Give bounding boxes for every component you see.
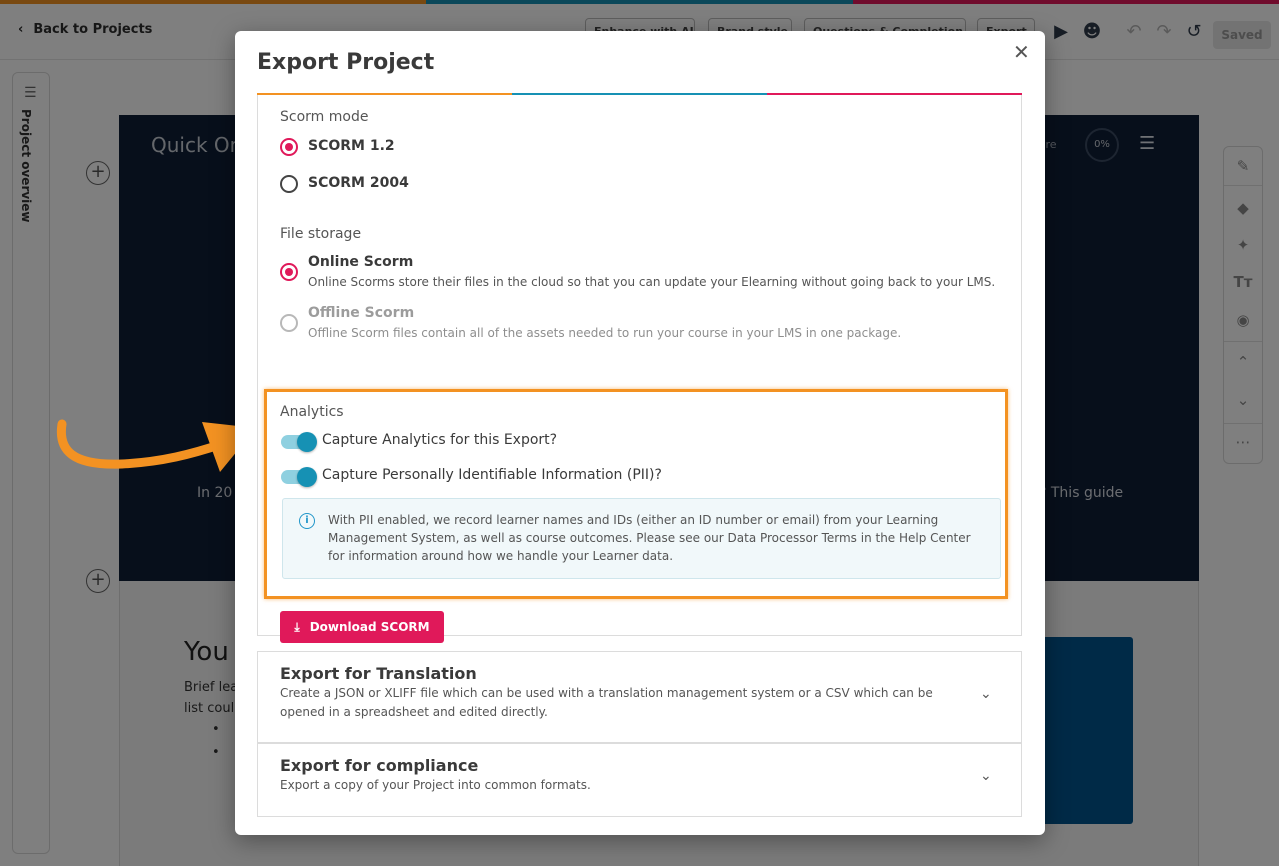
radio-offline-scorm[interactable]: [280, 314, 298, 332]
capture-pii-toggle[interactable]: [281, 467, 317, 487]
online-scorm-description: Online Scorms store their files in the c…: [308, 275, 996, 289]
download-scorm-button[interactable]: ⤓ Download SCORM: [280, 611, 444, 643]
offline-scorm-label[interactable]: Offline Scorm: [308, 305, 414, 321]
analytics-label: Analytics: [280, 404, 344, 420]
online-scorm-label[interactable]: Online Scorm: [308, 254, 413, 270]
radio-online-scorm[interactable]: [280, 263, 298, 281]
analytics-section: Analytics Capture Analytics for this Exp…: [264, 389, 1008, 599]
pii-info-text: With PII enabled, we record learner name…: [328, 513, 971, 563]
export-compliance-description: Export a copy of your Project into commo…: [280, 778, 591, 792]
chevron-down-icon[interactable]: ⌄: [980, 686, 992, 702]
export-project-modal: Export Project ✕ Scorm mode SCORM 1.2 SC…: [235, 31, 1045, 835]
radio-scorm-12[interactable]: [280, 138, 298, 156]
arrow-annotation-icon: [56, 419, 256, 472]
radio-scorm-2004[interactable]: [280, 175, 298, 193]
pii-info-box: i With PII enabled, we record learner na…: [282, 498, 1001, 579]
scorm-12-label[interactable]: SCORM 1.2: [308, 138, 395, 154]
export-translation-accordion[interactable]: Export for Translation Create a JSON or …: [257, 651, 1022, 743]
close-icon[interactable]: ✕: [1013, 40, 1030, 64]
scorm-mode-label: Scorm mode: [280, 109, 369, 125]
scorm-2004-label[interactable]: SCORM 2004: [308, 175, 409, 191]
export-compliance-accordion[interactable]: Export for compliance Export a copy of y…: [257, 743, 1022, 817]
chevron-down-icon[interactable]: ⌄: [980, 768, 992, 784]
scorm-export-panel: Scorm mode SCORM 1.2 SCORM 2004 File sto…: [257, 95, 1022, 643]
file-storage-label: File storage: [280, 226, 362, 242]
export-translation-title: Export for Translation: [280, 664, 477, 683]
capture-pii-label: Capture Personally Identifiable Informat…: [322, 467, 662, 483]
export-compliance-title: Export for compliance: [280, 756, 479, 775]
capture-analytics-toggle[interactable]: [281, 432, 317, 452]
info-icon: i: [299, 513, 315, 529]
modal-title: Export Project: [257, 50, 435, 75]
export-translation-description: Create a JSON or XLIFF file which can be…: [280, 686, 933, 719]
offline-scorm-description: Offline Scorm files contain all of the a…: [308, 326, 902, 340]
capture-analytics-label: Capture Analytics for this Export?: [322, 432, 558, 448]
download-icon: ⤓: [294, 619, 300, 634]
download-scorm-label: Download SCORM: [309, 620, 430, 634]
